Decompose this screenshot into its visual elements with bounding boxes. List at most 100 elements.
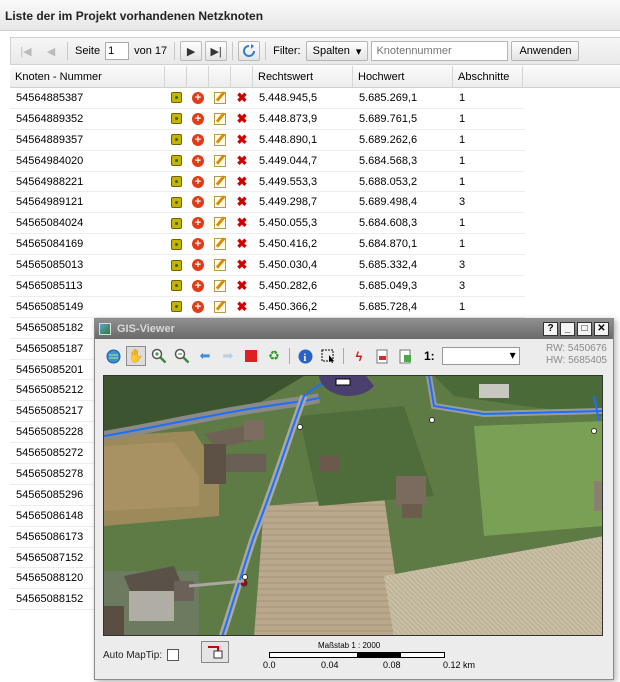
add-icon[interactable]: + <box>187 300 209 313</box>
add-icon[interactable]: + <box>187 217 209 230</box>
apply-filter-button[interactable]: Anwenden <box>511 41 580 61</box>
add-icon[interactable]: + <box>187 279 209 292</box>
delete-icon[interactable]: ✖ <box>231 237 253 250</box>
columns-dropdown-button[interactable]: Spalten ▾ <box>305 41 369 61</box>
prev-page-button[interactable]: ◀ <box>40 41 62 61</box>
edit-icon[interactable] <box>209 133 231 146</box>
reload-icon[interactable]: ♻ <box>264 346 284 366</box>
knoten-number-cell: 54564988221 <box>16 175 84 188</box>
delete-icon[interactable]: ✖ <box>231 216 253 229</box>
add-icon[interactable]: + <box>187 91 209 104</box>
edit-icon[interactable] <box>209 300 231 313</box>
zoom-in-icon[interactable] <box>149 346 169 366</box>
scale-select[interactable] <box>441 347 520 365</box>
delete-icon[interactable]: ✖ <box>231 195 253 208</box>
forward-arrow-icon[interactable]: ➡ <box>218 346 238 366</box>
delete-icon[interactable]: ✖ <box>231 133 253 146</box>
show-on-map-icon[interactable] <box>165 134 187 146</box>
table-row[interactable]: 54565084169 + ✖ 5.450.416,2 5.684.870,1 1 <box>10 234 525 256</box>
delete-icon[interactable]: ✖ <box>231 154 253 167</box>
show-on-map-icon[interactable] <box>165 217 187 229</box>
table-row[interactable]: 54565085013 + ✖ 5.450.030,4 5.685.332,4 3 <box>10 255 525 277</box>
delete-icon[interactable]: ✖ <box>231 91 253 104</box>
scale-bar: Maßstab 1 : 2000 0.0 0.04 0.08 0.12 km <box>261 641 501 677</box>
rechtswert-cell: 5.449.298,7 <box>259 196 318 209</box>
show-on-map-icon[interactable] <box>165 238 187 250</box>
minimize-button[interactable]: _ <box>560 322 575 336</box>
delete-icon[interactable]: ✖ <box>231 300 253 313</box>
table-row[interactable]: 54564889352 + ✖ 5.448.873,9 5.689.761,5 1 <box>10 109 525 130</box>
table-row[interactable]: 54564885387 + ✖ 5.448.945,5 5.685.269,1 1 <box>10 88 525 109</box>
auto-maptip-checkbox[interactable] <box>167 649 180 661</box>
filter-input[interactable] <box>371 41 509 61</box>
first-page-button[interactable]: |◀ <box>15 41 37 61</box>
edit-icon[interactable] <box>209 112 231 125</box>
pdf-export-icon[interactable] <box>372 346 392 366</box>
abschnitte-cell: 1 <box>459 175 466 188</box>
show-on-map-icon[interactable] <box>165 280 187 292</box>
table-row[interactable]: 54564988221 + ✖ 5.449.553,3 5.688.053,2 1 <box>10 172 525 193</box>
show-on-map-icon[interactable] <box>165 113 187 125</box>
edit-icon[interactable] <box>209 175 231 188</box>
edit-icon[interactable] <box>209 259 231 272</box>
column-header-knoten[interactable]: Knoten - Nummer <box>10 66 165 88</box>
column-header-icon <box>209 66 231 88</box>
show-on-map-icon[interactable] <box>165 259 187 271</box>
add-icon[interactable]: + <box>187 259 209 272</box>
gis-title-bar[interactable]: GIS-Viewer ? _ □ ✕ <box>95 319 613 339</box>
column-header-abschnitte[interactable]: Abschnitte <box>453 66 523 88</box>
help-button[interactable]: ? <box>543 322 558 336</box>
table-row[interactable]: 54565085113 + ✖ 5.450.282,6 5.685.049,3 3 <box>10 276 525 297</box>
delete-icon[interactable]: ✖ <box>231 175 253 188</box>
info-icon[interactable]: i <box>295 346 315 366</box>
column-header-rechtswert[interactable]: Rechtswert <box>253 66 353 88</box>
add-icon[interactable]: + <box>187 154 209 167</box>
delete-icon[interactable]: ✖ <box>231 258 253 271</box>
globe-icon[interactable] <box>103 346 123 366</box>
scalebar-tick: 0.12 km <box>443 660 476 670</box>
close-button[interactable]: ✕ <box>594 322 609 336</box>
map-view[interactable] <box>103 375 603 636</box>
edit-icon[interactable] <box>209 238 231 251</box>
column-header-hochwert[interactable]: Hochwert <box>353 66 453 88</box>
table-row[interactable]: 54564889357 + ✖ 5.448.890,1 5.689.262,6 1 <box>10 130 525 151</box>
maptip-tool-button[interactable] <box>201 641 229 663</box>
print-document-icon[interactable] <box>395 346 415 366</box>
table-row[interactable]: 54565084024 + ✖ 5.450.055,3 5.684.608,3 1 <box>10 213 525 235</box>
rechtswert-cell: 5.450.416,2 <box>259 238 318 251</box>
table-row[interactable]: 54565085149 + ✖ 5.450.366,2 5.685.728,4 1 <box>10 297 525 318</box>
edit-icon[interactable] <box>209 279 231 292</box>
edit-icon[interactable] <box>209 91 231 104</box>
show-on-map-icon[interactable] <box>165 92 187 104</box>
delete-icon[interactable]: ✖ <box>231 279 253 292</box>
page-number-input[interactable] <box>105 42 130 60</box>
add-icon[interactable]: + <box>187 196 209 209</box>
next-page-button[interactable]: ▶ <box>180 41 203 61</box>
show-on-map-icon[interactable] <box>165 176 187 187</box>
edit-icon[interactable] <box>209 196 231 209</box>
show-on-map-icon[interactable] <box>165 301 187 313</box>
back-arrow-icon[interactable]: ⬅ <box>195 346 215 366</box>
add-icon[interactable]: + <box>187 175 209 188</box>
table-row[interactable]: 54564984020 + ✖ 5.449.044,7 5.684.568,3 1 <box>10 151 525 172</box>
rechtswert-cell: 5.450.282,6 <box>259 279 318 292</box>
add-icon[interactable]: + <box>187 133 209 146</box>
stop-icon[interactable] <box>241 346 261 366</box>
show-on-map-icon[interactable] <box>165 155 187 167</box>
maximize-button[interactable]: □ <box>577 322 592 336</box>
table-row[interactable]: 54564989121 + ✖ 5.449.298,7 5.689.498,4 3 <box>10 192 525 214</box>
add-icon[interactable]: + <box>187 112 209 125</box>
separator <box>265 42 267 60</box>
select-rectangle-icon[interactable] <box>318 346 338 366</box>
pan-hand-icon[interactable]: ✋ <box>126 346 146 366</box>
show-on-map-icon[interactable] <box>165 196 187 208</box>
edit-icon[interactable] <box>209 217 231 230</box>
abschnitte-cell: 1 <box>459 300 466 313</box>
delete-icon[interactable]: ✖ <box>231 112 253 125</box>
measure-line-icon[interactable]: ϟ <box>349 346 369 366</box>
zoom-out-icon[interactable] <box>172 346 192 366</box>
edit-icon[interactable] <box>209 154 231 167</box>
add-icon[interactable]: + <box>187 238 209 251</box>
last-page-button[interactable]: ▶| <box>205 41 228 61</box>
refresh-button[interactable] <box>238 41 261 61</box>
